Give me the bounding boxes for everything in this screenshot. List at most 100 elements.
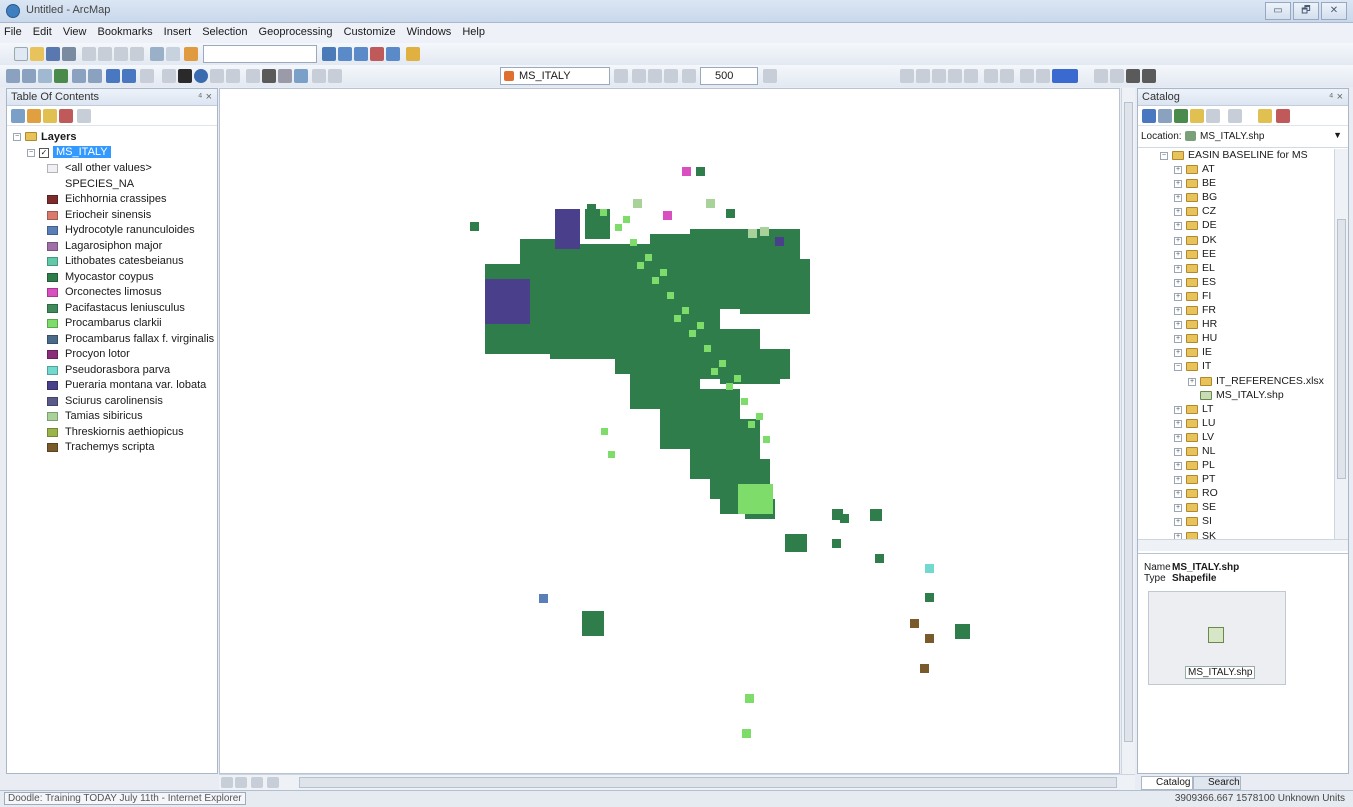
goto-xy-icon[interactable]	[294, 69, 308, 83]
catalog-file[interactable]: MS_ITALY.shp	[1142, 389, 1334, 403]
catalog-back-icon[interactable]	[1142, 109, 1156, 123]
catalog-folder[interactable]: + LU	[1142, 417, 1334, 431]
undo-icon[interactable]	[150, 47, 164, 61]
georef-3-icon[interactable]	[932, 69, 946, 83]
menu-insert[interactable]: Insert	[160, 23, 196, 38]
html-popup-icon[interactable]	[226, 69, 240, 83]
catalog-forward-icon[interactable]	[1158, 109, 1172, 123]
select-elements-icon[interactable]	[178, 69, 192, 83]
time-slider-icon[interactable]	[312, 69, 326, 83]
expand-icon[interactable]: +	[1174, 194, 1182, 203]
expand-icon[interactable]: +	[1174, 321, 1182, 330]
legend-item[interactable]: Threskiornis aethiopicus	[13, 425, 217, 441]
catalog-folder[interactable]: + DK	[1142, 234, 1334, 248]
menu-selection[interactable]: Selection	[198, 23, 251, 38]
catalog-refresh-icon[interactable]	[1258, 109, 1272, 123]
fixed-zoom-out-icon[interactable]	[88, 69, 102, 83]
stepper-icon[interactable]	[763, 69, 777, 83]
expand-icon[interactable]: +	[1174, 236, 1182, 245]
tab-search[interactable]: Search	[1193, 776, 1241, 790]
dropdown-icon[interactable]	[614, 69, 628, 83]
catalog-folder[interactable]: + PL	[1142, 459, 1334, 473]
expand-icon[interactable]: +	[1174, 490, 1182, 499]
catalog-folder[interactable]: + IT_REFERENCES.xlsx	[1142, 375, 1334, 389]
menu-help[interactable]: Help	[458, 23, 489, 38]
data-view-icon[interactable]	[221, 777, 233, 788]
save-icon[interactable]	[46, 47, 60, 61]
layer-row[interactable]: − ✓ MS_ITALY	[13, 145, 217, 162]
catalog-folder[interactable]: + HR	[1142, 318, 1334, 332]
catalog-folder[interactable]: + IE	[1142, 346, 1334, 360]
connect-folder-icon[interactable]	[1190, 109, 1204, 123]
georef-2-icon[interactable]	[916, 69, 930, 83]
legend-item[interactable]: Eriocheir sinensis	[13, 208, 217, 224]
legend-item[interactable]: Orconectes limosus	[13, 285, 217, 301]
expand-icon[interactable]: +	[1174, 335, 1182, 344]
refresh-icon[interactable]	[251, 777, 263, 788]
select-features-icon[interactable]	[140, 69, 154, 83]
catalog-folder[interactable]: + BE	[1142, 177, 1334, 191]
arctoolbox-icon[interactable]	[386, 47, 400, 61]
print-icon[interactable]	[62, 47, 76, 61]
transparency-icon[interactable]	[682, 69, 696, 83]
expand-icon[interactable]: +	[1174, 518, 1182, 527]
catalog-vscroll-thumb[interactable]	[1337, 219, 1346, 479]
georef-8-icon[interactable]	[1020, 69, 1034, 83]
catalog-folder[interactable]: + FR	[1142, 304, 1334, 318]
georef-1-icon[interactable]	[900, 69, 914, 83]
georef-7-icon[interactable]	[1000, 69, 1014, 83]
new-icon[interactable]	[14, 47, 28, 61]
tab-catalog[interactable]: Catalog	[1141, 776, 1193, 790]
viewer-icon[interactable]	[328, 69, 342, 83]
expand-icon[interactable]: +	[1174, 180, 1182, 189]
hyperlink-icon[interactable]	[210, 69, 224, 83]
menu-geoprocessing[interactable]: Geoprocessing	[255, 23, 337, 38]
expand-icon[interactable]: +	[1174, 250, 1182, 259]
expand-icon[interactable]: +	[1174, 349, 1182, 358]
catalog-folder[interactable]: + BG	[1142, 191, 1334, 205]
catalog-folder[interactable]: + RO	[1142, 487, 1334, 501]
list-by-source-icon[interactable]	[27, 109, 41, 123]
menu-view[interactable]: View	[59, 23, 91, 38]
fixed-zoom-in-icon[interactable]	[72, 69, 86, 83]
catalog-folder[interactable]: + DE	[1142, 219, 1334, 233]
legend-item[interactable]: Myocastor coypus	[13, 270, 217, 286]
delete-icon[interactable]	[130, 47, 144, 61]
route-icon[interactable]	[278, 69, 292, 83]
view-menu-icon[interactable]	[1228, 109, 1242, 123]
layers-root[interactable]: − Layers	[13, 130, 217, 146]
pin-icon[interactable]: ⁴ ×	[198, 91, 212, 103]
layer-name[interactable]: MS_ITALY	[53, 145, 111, 158]
legend-item[interactable]: Trachemys scripta	[13, 440, 217, 456]
restore-button[interactable]: 🗗	[1293, 2, 1319, 20]
catalog-folder[interactable]: + NL	[1142, 445, 1334, 459]
menu-windows[interactable]: Windows	[403, 23, 456, 38]
layout-view-icon[interactable]	[235, 777, 247, 788]
legend-item[interactable]: Pueraria montana var. lobata	[13, 378, 217, 394]
map-vscroll-thumb[interactable]	[1124, 102, 1133, 742]
back-icon[interactable]	[106, 69, 120, 83]
expand-icon[interactable]: +	[1174, 264, 1182, 273]
catalog-folder[interactable]: + HU	[1142, 332, 1334, 346]
catalog-up-icon[interactable]	[1174, 109, 1188, 123]
add-data-icon[interactable]	[184, 47, 198, 61]
toggle-contents-icon[interactable]	[1206, 109, 1220, 123]
identify-icon[interactable]	[194, 69, 208, 83]
legend-other-values[interactable]: <all other values>	[13, 161, 217, 177]
taskbar-item[interactable]: Doodle: Training TODAY July 11th - Inter…	[4, 792, 246, 805]
collapse-layer-icon[interactable]: −	[27, 148, 35, 157]
expand-icon[interactable]: +	[1174, 433, 1182, 442]
expand-icon[interactable]: +	[1174, 447, 1182, 456]
layout-4-icon[interactable]	[1142, 69, 1156, 83]
find-icon[interactable]	[262, 69, 276, 83]
zoom-out-icon[interactable]	[22, 69, 36, 83]
open-icon[interactable]	[30, 47, 44, 61]
layer-visibility-checkbox[interactable]: ✓	[39, 147, 49, 158]
expand-icon[interactable]: −	[1160, 152, 1168, 160]
map-view[interactable]	[219, 88, 1120, 774]
expand-icon[interactable]: +	[1174, 208, 1182, 217]
list-by-selection-icon[interactable]	[59, 109, 73, 123]
catalog-folder[interactable]: + EL	[1142, 262, 1334, 276]
legend-item[interactable]: Tamias sibiricus	[13, 409, 217, 425]
expand-icon[interactable]: +	[1174, 504, 1182, 513]
